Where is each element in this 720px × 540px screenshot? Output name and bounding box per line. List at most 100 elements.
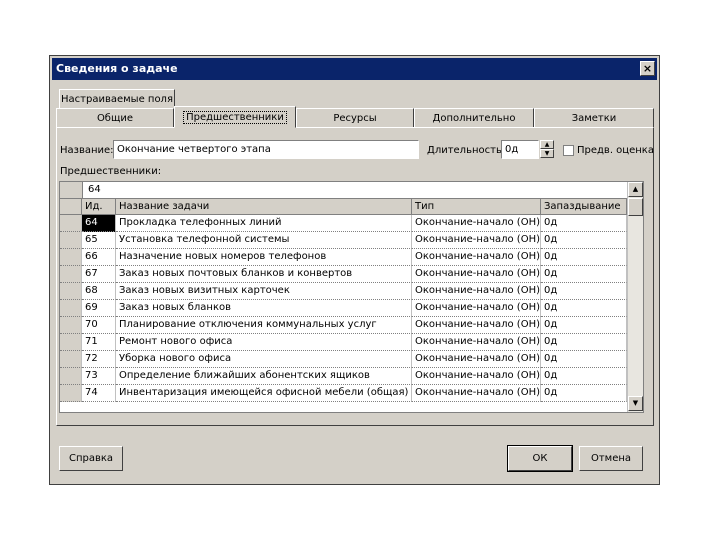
cell-name[interactable]: Инвентаризация имеющейся офисной мебели … bbox=[116, 385, 412, 402]
row-header[interactable] bbox=[60, 232, 82, 249]
tab-label: Заметки bbox=[571, 113, 617, 124]
cell-id[interactable]: 71 bbox=[82, 334, 116, 351]
table-row[interactable]: 64 Прокладка телефонных линий Окончание-на… bbox=[60, 215, 627, 232]
cell-lag[interactable]: 0д bbox=[541, 266, 627, 283]
cell-name[interactable]: Заказ новых почтовых бланков и конвертов bbox=[116, 266, 412, 283]
cell-lag[interactable]: 0д bbox=[541, 232, 627, 249]
cell-type[interactable]: Окончание-начало (ОН) bbox=[412, 266, 541, 283]
table-row[interactable]: 70 Планирование отключения коммунальных у… bbox=[60, 317, 627, 334]
tab-predecessors[interactable]: Предшественники bbox=[174, 106, 296, 128]
cell-name[interactable]: Ремонт нового офиса bbox=[116, 334, 412, 351]
tab-notes[interactable]: Заметки bbox=[534, 108, 654, 127]
cell-id[interactable]: 74 bbox=[82, 385, 116, 402]
cell-lag[interactable]: 0д bbox=[541, 385, 627, 402]
scroll-down-icon[interactable]: ▼ bbox=[628, 396, 643, 411]
row-header[interactable] bbox=[60, 317, 82, 334]
cell-name[interactable]: Заказ новых бланков bbox=[116, 300, 412, 317]
cell-type[interactable]: Окончание-начало (ОН) bbox=[412, 215, 541, 232]
duration-input[interactable]: 0д bbox=[501, 140, 539, 159]
cell-id[interactable]: 65 bbox=[82, 232, 116, 249]
table-row[interactable]: 65 Установка телефонной системы Окончание-… bbox=[60, 232, 627, 249]
cell-lag[interactable]: 0д bbox=[541, 351, 627, 368]
cell-name[interactable]: Установка телефонной системы bbox=[116, 232, 412, 249]
ok-button[interactable]: ОК bbox=[507, 445, 573, 472]
cell-lag[interactable]: 0д bbox=[541, 334, 627, 351]
cell-id[interactable]: 69 bbox=[82, 300, 116, 317]
scroll-thumb[interactable] bbox=[628, 198, 643, 216]
cell-lag[interactable]: 0д bbox=[541, 368, 627, 385]
cell-type[interactable]: Окончание-начало (ОН) bbox=[412, 283, 541, 300]
table-row[interactable]: 72 Уборка нового офиса Окончание-начало (О… bbox=[60, 351, 627, 368]
row-header[interactable] bbox=[60, 351, 82, 368]
close-button[interactable]: × bbox=[640, 61, 655, 76]
col-header-lag[interactable]: Запаздывание bbox=[541, 199, 627, 215]
help-button-label: Справка bbox=[68, 453, 114, 464]
cell-type[interactable]: Окончание-начало (ОН) bbox=[412, 300, 541, 317]
cell-name[interactable]: Планирование отключения коммунальных усл… bbox=[116, 317, 412, 334]
row-header[interactable] bbox=[60, 215, 82, 232]
tab-label: Общие bbox=[96, 113, 134, 124]
cell-name[interactable]: Определение ближайших абонентских ящиков bbox=[116, 368, 412, 385]
cell-id[interactable]: 72 bbox=[82, 351, 116, 368]
row-header[interactable] bbox=[60, 385, 82, 402]
cell-type[interactable]: Окончание-начало (ОН) bbox=[412, 368, 541, 385]
row-header[interactable] bbox=[60, 249, 82, 266]
spin-down-icon[interactable]: ▼ bbox=[540, 149, 554, 158]
cell-name[interactable]: Назначение новых номеров телефонов bbox=[116, 249, 412, 266]
col-header-name[interactable]: Название задачи bbox=[116, 199, 412, 215]
tab-resources[interactable]: Ресурсы bbox=[296, 108, 414, 127]
row-header[interactable] bbox=[60, 300, 82, 317]
spin-up-icon[interactable]: ▲ bbox=[540, 140, 554, 149]
cell-type[interactable]: Окончание-начало (ОН) bbox=[412, 351, 541, 368]
table-row[interactable]: 69 Заказ новых бланков Окончание-начало (О… bbox=[60, 300, 627, 317]
estimate-label: Предв. оценка bbox=[577, 145, 654, 156]
tab-custom-fields[interactable]: Настраиваемые поля bbox=[59, 89, 175, 108]
cell-lag[interactable]: 0д bbox=[541, 317, 627, 334]
tab-general[interactable]: Общие bbox=[56, 108, 174, 127]
predecessors-grid[interactable]: 64 Ид. Название задачи Тип Запаздывание … bbox=[59, 181, 644, 413]
cell-type[interactable]: Окончание-начало (ОН) bbox=[412, 317, 541, 334]
cancel-button[interactable]: Отмена bbox=[579, 446, 643, 471]
cell-id[interactable]: 64 bbox=[82, 215, 116, 232]
duration-stepper[interactable]: ▲ ▼ bbox=[540, 140, 554, 159]
table-row[interactable]: 68 Заказ новых визитных карточек Окончание… bbox=[60, 283, 627, 300]
cell-lag[interactable]: 0д bbox=[541, 215, 627, 232]
name-input[interactable]: Окончание четвертого этапа bbox=[113, 140, 419, 159]
cell-id[interactable]: 68 bbox=[82, 283, 116, 300]
table-row[interactable]: 74 Инвентаризация имеющейся офисной мебел… bbox=[60, 385, 627, 402]
cell-id[interactable]: 73 bbox=[82, 368, 116, 385]
cell-type[interactable]: Окончание-начало (ОН) bbox=[412, 232, 541, 249]
cell-name[interactable]: Прокладка телефонных линий bbox=[116, 215, 412, 232]
estimate-checkbox[interactable] bbox=[563, 145, 574, 156]
row-header[interactable] bbox=[60, 283, 82, 300]
tab-label: Ресурсы bbox=[333, 113, 377, 124]
cell-name[interactable]: Уборка нового офиса bbox=[116, 351, 412, 368]
tab-advanced[interactable]: Дополнительно bbox=[414, 108, 534, 127]
table-row[interactable]: 71 Ремонт нового офиса Окончание-начало (О… bbox=[60, 334, 627, 351]
cell-lag[interactable]: 0д bbox=[541, 300, 627, 317]
grid-corner bbox=[60, 182, 83, 198]
cell-type[interactable]: Окончание-начало (ОН) bbox=[412, 249, 541, 266]
cell-name[interactable]: Заказ новых визитных карточек bbox=[116, 283, 412, 300]
row-header[interactable] bbox=[60, 368, 82, 385]
table-row[interactable]: 73 Определение ближайших абонентских ящик… bbox=[60, 368, 627, 385]
cell-lag[interactable]: 0д bbox=[541, 283, 627, 300]
scroll-up-icon[interactable]: ▲ bbox=[628, 182, 643, 197]
cell-lag[interactable]: 0д bbox=[541, 249, 627, 266]
cell-type[interactable]: Окончание-начало (ОН) bbox=[412, 334, 541, 351]
row-header[interactable] bbox=[60, 334, 82, 351]
cell-id[interactable]: 67 bbox=[82, 266, 116, 283]
table-row[interactable]: 67 Заказ новых почтовых бланков и конверт… bbox=[60, 266, 627, 283]
cell-id[interactable]: 66 bbox=[82, 249, 116, 266]
help-button[interactable]: Справка bbox=[59, 446, 123, 471]
col-header-id[interactable]: Ид. bbox=[82, 199, 116, 215]
table-row[interactable]: 66 Назначение новых номеров телефонов Окон… bbox=[60, 249, 627, 266]
col-header-type[interactable]: Тип bbox=[412, 199, 541, 215]
cell-type[interactable]: Окончание-начало (ОН) bbox=[412, 385, 541, 402]
row-header[interactable] bbox=[60, 266, 82, 283]
cancel-button-label: Отмена bbox=[590, 453, 632, 464]
grid-scrollbar[interactable]: ▲ ▼ bbox=[627, 182, 643, 412]
cell-id[interactable]: 70 bbox=[82, 317, 116, 334]
grid-edit-input[interactable]: 64 bbox=[88, 184, 101, 195]
grid-edit-row: 64 bbox=[60, 182, 627, 199]
